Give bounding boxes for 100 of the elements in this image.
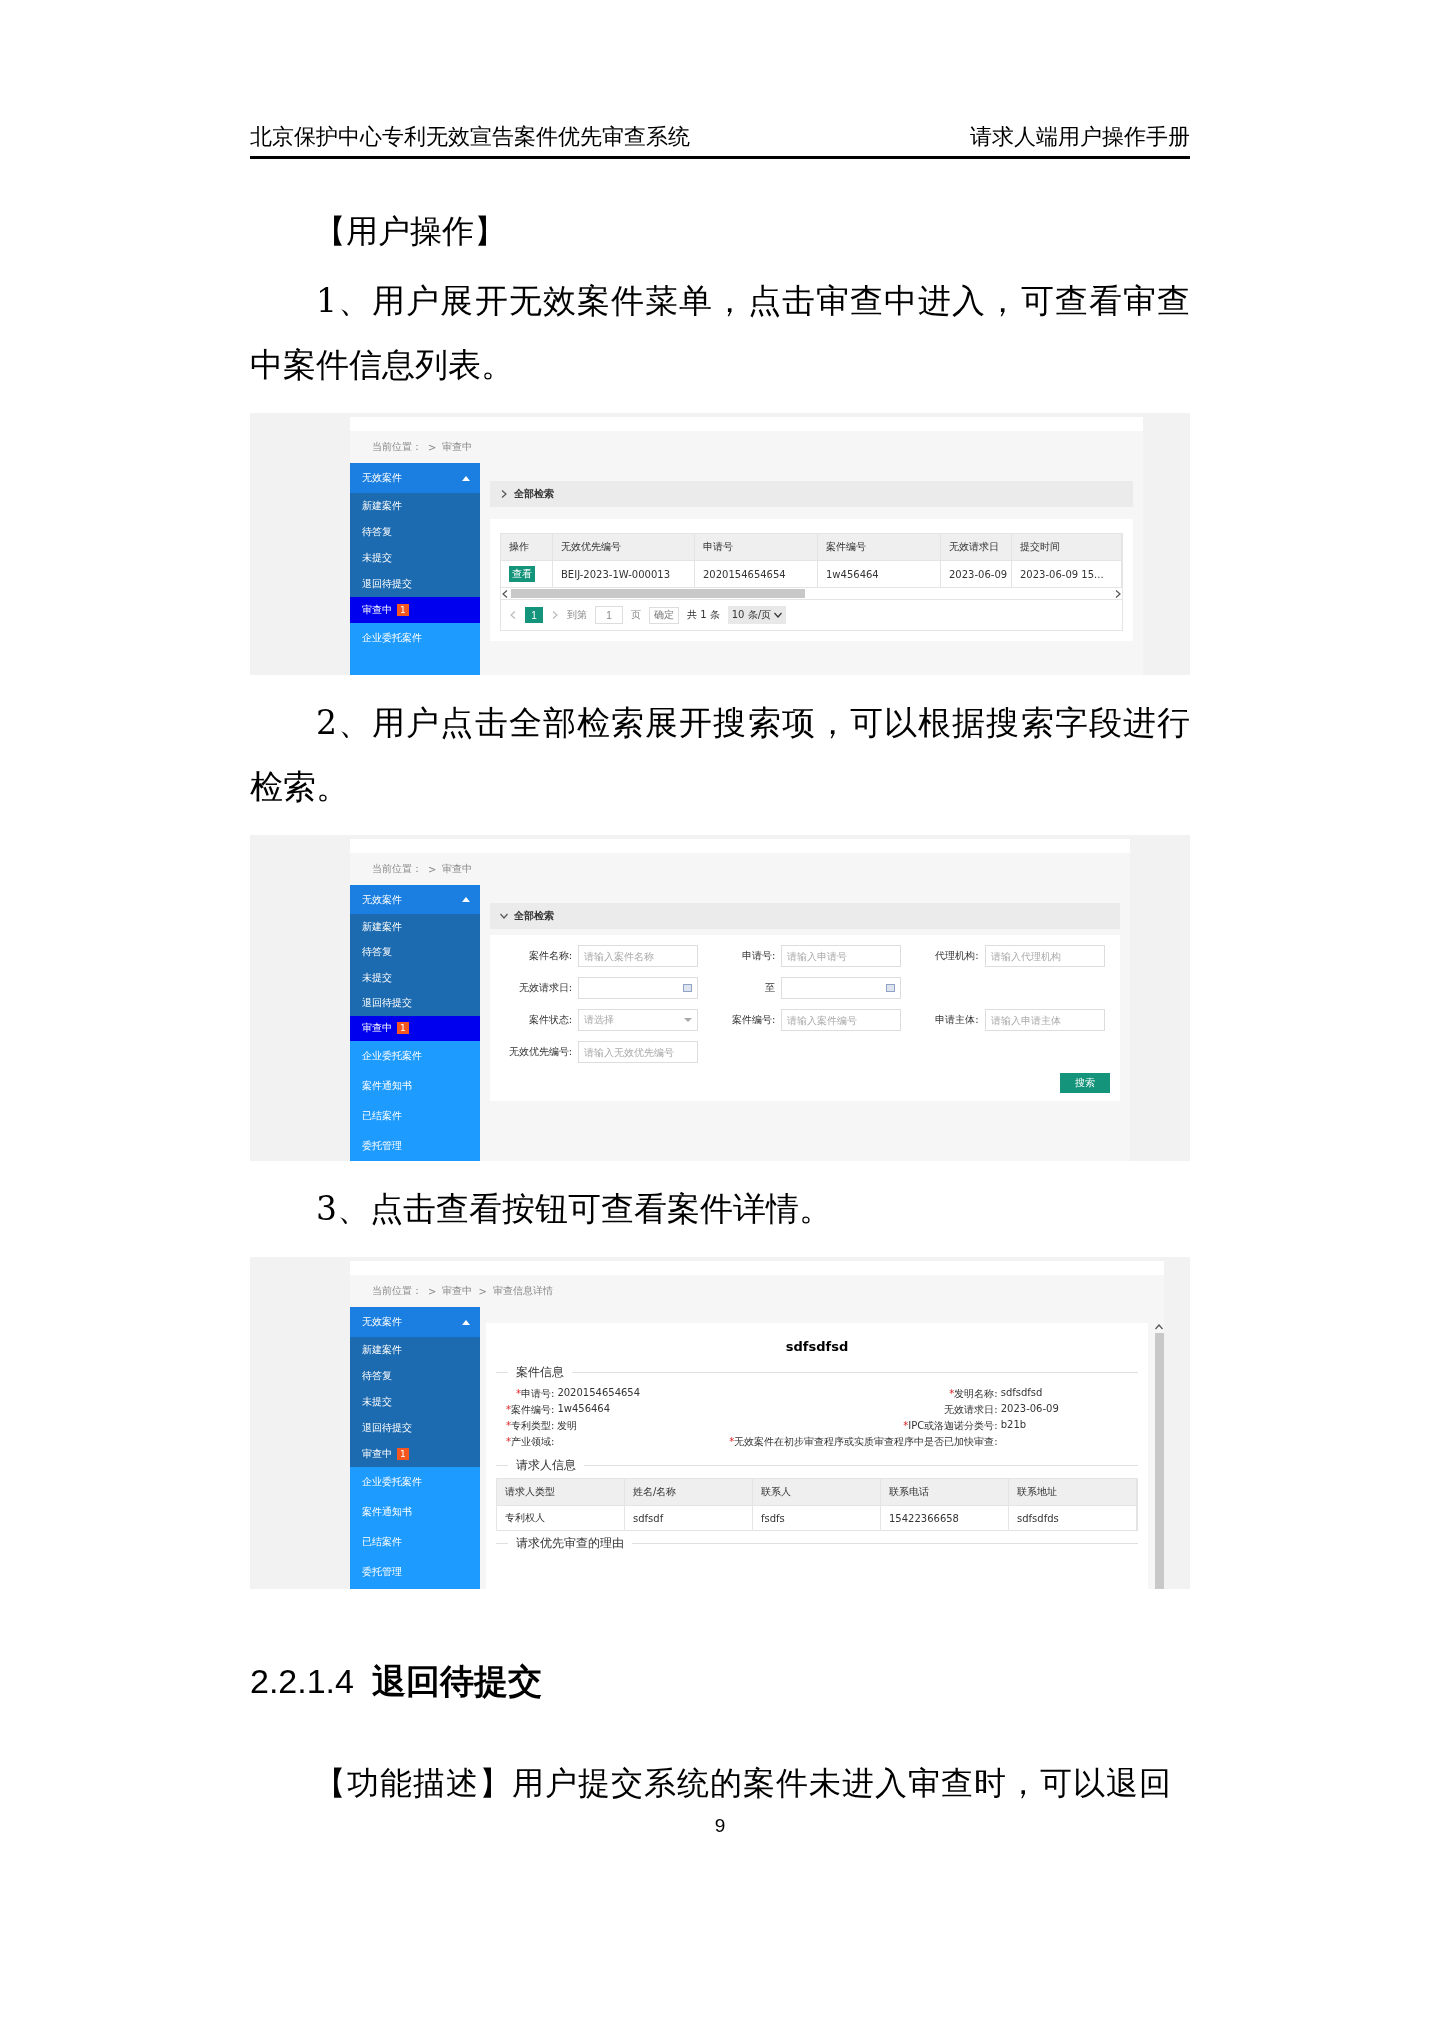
menu-item[interactable]: 新建案件 (350, 914, 480, 940)
column-header: 无效优先编号 (553, 534, 695, 560)
filter-bar[interactable]: 全部检索 (490, 903, 1120, 929)
menu-item[interactable]: 案件通知书 (350, 1070, 480, 1101)
heading-title: 退回待提交 (372, 1661, 542, 1702)
menu-group[interactable]: 无效案件 (350, 1307, 480, 1337)
column-header: 联系人 (753, 1479, 881, 1505)
calendar-icon[interactable] (886, 984, 896, 992)
menu-item[interactable]: 待答复 (350, 519, 480, 545)
case-title: sdfsdfsd (784, 1339, 850, 1354)
menu-item[interactable]: 审查中 1 (350, 1441, 480, 1467)
input-field[interactable]: 请输入申请号 (781, 945, 902, 967)
field-label: *案件编号: (506, 1403, 555, 1417)
column-header: 申请号 (695, 534, 818, 560)
menu-item[interactable]: 未提交 (350, 1389, 480, 1415)
count-badge: 1 (397, 1022, 409, 1035)
menu-item[interactable]: 案件通知书 (350, 1497, 480, 1527)
view-button[interactable]: 查看 (509, 566, 535, 582)
field-label: 申请号: (740, 949, 776, 963)
menu-group[interactable]: 无效案件 (350, 885, 480, 915)
field-label: 案件状态: (527, 1013, 572, 1027)
menu-item[interactable]: 待答复 (350, 1363, 480, 1389)
menu-item-label: 待答复 (362, 945, 392, 960)
calendar-icon[interactable] (683, 984, 692, 992)
menu-item[interactable]: 已结案件 (350, 1100, 480, 1131)
count-badge: 1 (397, 1448, 409, 1460)
menu-item[interactable]: 审查中 1 (350, 1015, 480, 1041)
table-cell: 2023-06-09 (941, 560, 1012, 587)
menu-item[interactable]: 退回待提交 (350, 990, 480, 1016)
menu-item-label: 未提交 (362, 1395, 392, 1409)
menu-item-label: 退回待提交 (362, 1421, 412, 1435)
count-badge: 1 (397, 604, 409, 616)
menu-item-label: 待答复 (362, 525, 392, 539)
menu-item[interactable]: 企业委托案件 (350, 1040, 480, 1071)
menu-item[interactable]: 审查中 1 (350, 597, 480, 623)
input-field[interactable]: 请输入无效优先编号 (578, 1041, 698, 1063)
field-value: 2023-06-09 (1000, 1403, 1060, 1416)
column-header: 操作 (501, 534, 553, 560)
menu-item[interactable]: 委托管理 (350, 1557, 480, 1587)
required-mark: * (903, 1420, 909, 1431)
caret-icon (462, 1319, 470, 1325)
breadcrumb-item: 当前位置： (372, 1284, 422, 1298)
menu-item[interactable]: 未提交 (350, 964, 480, 991)
field-label: *无效案件在初步审查程序或实质审查程序中是否已加快审查: (728, 1435, 998, 1449)
menu-item[interactable]: 企业委托案件 (350, 623, 480, 653)
step-paragraph: 3、点击查看按钮可查看案件详情。 (315, 1188, 833, 1230)
table-cell: 2023-06-09 15... (1012, 560, 1122, 587)
table-cell: sdfsdf (625, 1505, 753, 1530)
menu-item[interactable]: 未提交 (350, 545, 480, 571)
heading-number: 2.2.1.4 (250, 1662, 354, 1701)
table-cell: sdfsdfds (1009, 1505, 1137, 1530)
menu-item[interactable]: 退回待提交 (350, 571, 480, 597)
page-button[interactable]: 1 (525, 607, 543, 623)
header-title: 北京保护中心专利无效宣告案件优先审查系统 (250, 123, 690, 151)
chevron-icon (500, 912, 508, 920)
menu-item-label: 未提交 (362, 970, 392, 985)
input-field[interactable]: 请输入案件名称 (578, 945, 698, 967)
menu-item[interactable]: 新建案件 (350, 493, 480, 519)
input-field[interactable]: 请输入申请主体 (984, 1009, 1105, 1031)
page-size-select[interactable]: 10 条/页 (727, 606, 786, 624)
field-label: 案件编号: (730, 1013, 776, 1027)
menu-item[interactable]: 委托管理 (350, 1130, 480, 1161)
page-input[interactable]: 1 (595, 606, 623, 624)
horizontal-scrollbar[interactable] (501, 587, 1122, 599)
chevron-icon (500, 490, 508, 498)
table-cell: 2020154654654 (695, 560, 818, 587)
menu-item[interactable]: 待答复 (350, 939, 480, 965)
required-mark: * (506, 1436, 511, 1447)
menu-group[interactable]: 无效案件 (350, 463, 480, 493)
section-label: 【用户操作】 (313, 211, 507, 252)
menu-item[interactable]: 企业委托案件 (350, 1467, 480, 1497)
field-label: 无效优先编号: (507, 1045, 572, 1059)
vertical-scrollbar[interactable] (1154, 1323, 1164, 1589)
field-label: *专利类型: (506, 1419, 555, 1433)
field-value: 1w456464 (557, 1403, 612, 1416)
required-mark: * (506, 1420, 511, 1431)
required-mark: * (516, 1388, 521, 1399)
scroll-left-icon (501, 589, 509, 598)
required-mark: * (949, 1388, 955, 1399)
breadcrumb-item: > (428, 1285, 437, 1297)
breadcrumb-item: 当前位置： (372, 440, 422, 454)
menu-item[interactable]: 新建案件 (350, 1337, 480, 1363)
menu-item[interactable]: 退回待提交 (350, 1415, 480, 1441)
field-value: b21b (1000, 1419, 1028, 1432)
caret-icon (462, 475, 470, 481)
menu-item-label: 退回待提交 (362, 995, 412, 1010)
input-field[interactable]: 请输入案件编号 (781, 1009, 902, 1031)
confirm-button[interactable]: 确定 (649, 606, 679, 624)
date-field[interactable] (578, 977, 698, 999)
date-field[interactable] (781, 977, 902, 999)
caret-icon (462, 897, 470, 903)
scroll-up-icon (1155, 1323, 1163, 1331)
filter-bar[interactable]: 全部检索 (490, 481, 1133, 507)
previous-page-icon (509, 611, 517, 619)
input-field[interactable]: 请输入代理机构 (984, 945, 1105, 967)
column-header: 联系电话 (881, 1479, 1009, 1505)
breadcrumb-item: > (478, 1285, 487, 1297)
search-button[interactable]: 搜索 (1060, 1073, 1110, 1093)
menu-item[interactable]: 已结案件 (350, 1527, 480, 1557)
section-title: 案件信息 (516, 1364, 564, 1381)
